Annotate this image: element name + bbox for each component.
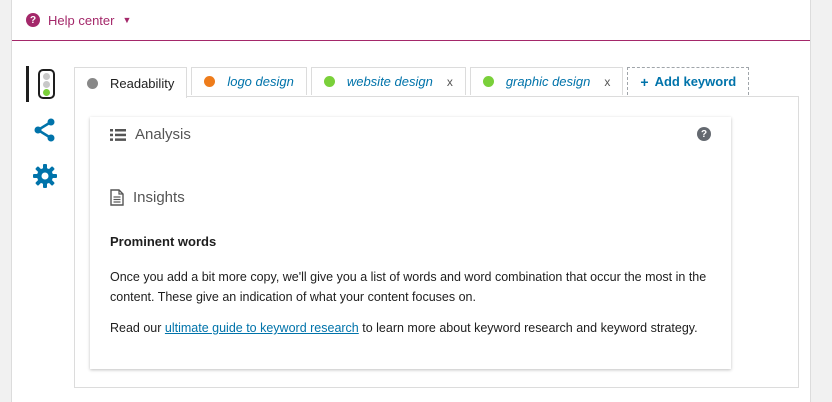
remove-keyword-button[interactable]: x bbox=[604, 75, 610, 89]
analysis-label: Analysis bbox=[135, 126, 191, 143]
prominent-words-description: Once you add a bit more copy, we'll give… bbox=[110, 270, 707, 304]
help-center-label: Help center bbox=[48, 12, 115, 28]
help-center-bar: ? Help center ▼ bbox=[12, 0, 810, 41]
keyword-tabs: Readability logo design website design x… bbox=[74, 67, 750, 98]
tab-label: website design bbox=[346, 74, 433, 89]
analysis-header[interactable]: Analysis bbox=[110, 126, 191, 143]
help-center-button[interactable]: ? Help center ▼ bbox=[26, 10, 131, 30]
list-icon bbox=[110, 128, 126, 141]
score-dot-icon bbox=[482, 76, 494, 87]
tab-label: Readability bbox=[110, 75, 175, 91]
add-keyword-button[interactable]: + Add keyword bbox=[627, 67, 750, 95]
tab-graphic-design[interactable]: graphic design x bbox=[469, 67, 624, 95]
tab-readability[interactable]: Readability bbox=[74, 67, 188, 98]
tab-logo-design[interactable]: logo design bbox=[191, 67, 307, 95]
tab-label: graphic design bbox=[505, 74, 591, 89]
note-text-after: to learn more about keyword research and… bbox=[358, 321, 698, 335]
document-icon bbox=[110, 189, 124, 206]
plus-icon: + bbox=[640, 73, 649, 90]
tab-content: Analysis ? Insights Prominent words Once… bbox=[74, 96, 799, 388]
insights-header[interactable]: Insights bbox=[110, 189, 185, 206]
active-indicator bbox=[26, 66, 29, 102]
analysis-card: Analysis ? Insights Prominent words Once… bbox=[90, 117, 731, 369]
insights-label: Insights bbox=[133, 189, 185, 206]
tab-website-design[interactable]: website design x bbox=[310, 67, 466, 95]
question-icon[interactable]: ? bbox=[697, 127, 711, 141]
question-circle-icon: ? bbox=[26, 13, 40, 27]
traffic-light-frame bbox=[38, 69, 55, 99]
add-keyword-label: Add keyword bbox=[654, 74, 737, 89]
gear-icon[interactable] bbox=[32, 163, 58, 194]
prominent-words-heading: Prominent words bbox=[110, 234, 217, 249]
light-dot-bottom bbox=[43, 89, 50, 96]
score-dot-icon bbox=[87, 77, 98, 89]
traffic-light-icon[interactable] bbox=[26, 66, 56, 102]
remove-keyword-button[interactable]: x bbox=[447, 75, 453, 89]
tab-label: logo design bbox=[227, 74, 294, 89]
score-dot-icon bbox=[204, 76, 216, 87]
score-dot-icon bbox=[323, 76, 335, 87]
light-dot-top bbox=[43, 73, 50, 80]
note-text-before: Read our bbox=[110, 321, 165, 335]
metabox-panel: ? Help center ▼ Readability logo design … bbox=[11, 0, 811, 402]
keyword-research-guide-link[interactable]: ultimate guide to keyword research bbox=[165, 321, 359, 335]
keyword-research-note: Read our ultimate guide to keyword resea… bbox=[110, 318, 710, 338]
share-icon[interactable] bbox=[33, 118, 57, 147]
light-dot-middle bbox=[43, 81, 50, 88]
chevron-down-icon: ▼ bbox=[122, 15, 132, 25]
